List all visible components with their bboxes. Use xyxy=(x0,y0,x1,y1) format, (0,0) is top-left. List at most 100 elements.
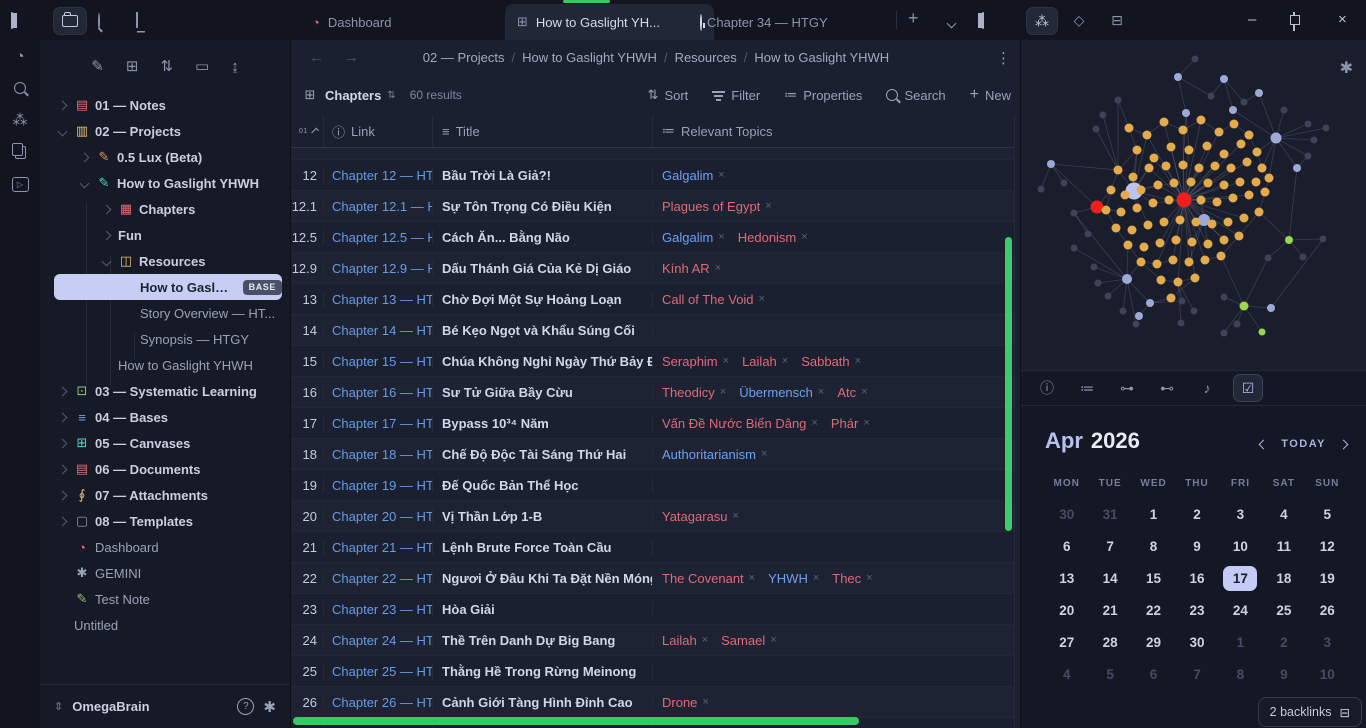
remove-tag-icon[interactable]: × xyxy=(801,231,807,243)
calendar-day[interactable]: 5 xyxy=(1306,502,1349,527)
calendar-day[interactable]: 7 xyxy=(1175,662,1218,687)
graph-node[interactable] xyxy=(1182,109,1190,117)
calendar-day[interactable]: 15 xyxy=(1132,566,1175,591)
chapter-link[interactable]: Chapter 12.5 — HTGY xyxy=(332,230,433,245)
calendar-day[interactable]: 1 xyxy=(1132,502,1175,527)
graph-node[interactable] xyxy=(1204,179,1213,188)
graph-node[interactable] xyxy=(1169,256,1178,265)
remove-tag-icon[interactable]: × xyxy=(861,386,867,398)
graph-node[interactable] xyxy=(1191,308,1198,315)
calendar-day[interactable]: 6 xyxy=(1045,534,1088,559)
graph-node[interactable] xyxy=(1153,260,1162,269)
remove-tag-icon[interactable]: × xyxy=(718,231,724,243)
calendar-day[interactable]: 4 xyxy=(1262,502,1305,527)
topic-tag[interactable]: Lailah× xyxy=(742,354,788,369)
graph-node[interactable] xyxy=(1165,196,1174,205)
graph-node[interactable] xyxy=(1236,178,1245,187)
graph-node[interactable] xyxy=(1125,124,1134,133)
panel-tab-links-incoming[interactable]: ⊶ xyxy=(1113,375,1141,401)
graph-node[interactable] xyxy=(1191,274,1200,283)
table-row[interactable]: 21Chapter 21 — HTGYLệnh Brute Force Toàn… xyxy=(291,532,1014,563)
graph-node[interactable] xyxy=(1179,126,1188,135)
file-item-how-to-gasligh-[interactable]: How to Gasligh...BASE xyxy=(54,274,282,300)
history-forward-button[interactable]: → xyxy=(344,49,359,66)
calendar-day[interactable]: 30 xyxy=(1045,502,1088,527)
calendar-today-button[interactable]: TODAY xyxy=(1281,438,1326,450)
remove-tag-icon[interactable]: × xyxy=(761,448,767,460)
remove-tag-icon[interactable]: × xyxy=(863,417,869,429)
graph-node[interactable] xyxy=(1192,218,1201,227)
chevron-right-icon[interactable] xyxy=(102,230,112,240)
graph-node[interactable] xyxy=(1227,164,1236,173)
table-row[interactable]: 17Chapter 17 — HTGYBypass 10³⁴ NămVấn Đề… xyxy=(291,408,1014,439)
calendar-day[interactable]: 9 xyxy=(1175,534,1218,559)
graph-node[interactable] xyxy=(1258,164,1267,173)
remove-tag-icon[interactable]: × xyxy=(813,572,819,584)
new-button[interactable]: +New xyxy=(970,86,1011,104)
graph-node[interactable] xyxy=(1221,330,1228,337)
remove-tag-icon[interactable]: × xyxy=(702,634,708,646)
chevron-right-icon[interactable] xyxy=(58,490,68,500)
graph-node[interactable] xyxy=(1133,146,1142,155)
breadcrumb-item[interactable]: 02 — Projects xyxy=(423,50,505,65)
graph-node[interactable] xyxy=(1192,56,1199,63)
folder-item-0-5-lux-beta-[interactable]: ✎0.5 Lux (Beta) xyxy=(54,144,282,170)
table-row[interactable]: 26Chapter 26 — HTGYCảnh Giới Tàng Hình Đ… xyxy=(291,687,1014,718)
graph-node[interactable] xyxy=(1213,198,1222,207)
right-sidebar-toggle[interactable] xyxy=(982,13,984,28)
left-sidebar-toggle[interactable] xyxy=(11,13,13,28)
graph-node[interactable] xyxy=(1146,299,1154,307)
topic-tag[interactable]: Sabbath× xyxy=(801,354,861,369)
graph-node[interactable] xyxy=(1156,239,1165,248)
bookmarks-view-button[interactable] xyxy=(136,13,138,28)
breadcrumb-item[interactable]: How to Gaslight YHWH xyxy=(754,50,889,65)
search-view-button[interactable] xyxy=(98,14,100,29)
table-row[interactable]: 22Chapter 22 — HTGYNgươi Ở Đâu Khi Ta Đặ… xyxy=(291,563,1014,594)
properties-button[interactable]: ≔Properties xyxy=(784,87,862,103)
calendar-day[interactable]: 31 xyxy=(1088,502,1131,527)
table-row[interactable]: 12Chapter 12 — HTGYBầu Trời Là Giả?!Galg… xyxy=(291,160,1014,191)
graph-node[interactable] xyxy=(1235,232,1244,241)
folder-item-fun[interactable]: Fun xyxy=(54,222,282,248)
close-button[interactable]: × xyxy=(1338,11,1347,28)
panel-tab-daily-note-calendar[interactable]: ☑ xyxy=(1233,374,1263,402)
topics-cell[interactable]: Seraphim×Lailah×Sabbath× xyxy=(653,354,1014,369)
graph-node[interactable] xyxy=(1115,97,1122,104)
topics-cell[interactable]: Authoritarianism× xyxy=(653,447,1014,462)
graph-node[interactable] xyxy=(1185,146,1194,155)
chapter-link[interactable]: Chapter 13 — HTGY xyxy=(332,292,433,307)
chevron-right-icon[interactable] xyxy=(58,516,68,526)
graph-node[interactable] xyxy=(1237,140,1246,149)
title-cell[interactable]: Hòa Giải xyxy=(433,602,653,617)
remove-tag-icon[interactable]: × xyxy=(702,696,708,708)
graph-node[interactable] xyxy=(1240,214,1249,223)
topics-cell[interactable]: Galgalim×Hedonism× xyxy=(653,230,1014,245)
history-back-button[interactable]: ← xyxy=(309,49,324,66)
chapter-link[interactable]: Chapter 14 — HTGY xyxy=(332,323,433,338)
file-item-test-note[interactable]: ✎Test Note xyxy=(54,586,282,612)
graph-node[interactable] xyxy=(1211,162,1220,171)
calendar-day[interactable]: 27 xyxy=(1045,630,1088,655)
search-ribbon-button[interactable] xyxy=(0,72,40,104)
filter-button[interactable]: Filter xyxy=(712,88,760,103)
topics-cell[interactable]: Plagues of Egypt× xyxy=(653,199,1014,214)
graph-node[interactable] xyxy=(1122,274,1132,284)
new-note-button[interactable]: ✎ xyxy=(91,57,104,75)
remove-tag-icon[interactable]: × xyxy=(818,386,824,398)
remove-tag-icon[interactable]: × xyxy=(733,510,739,522)
topics-cell[interactable]: Call of The Void× xyxy=(653,292,1014,307)
change-layout-button[interactable]: ▭ xyxy=(195,57,209,75)
title-cell[interactable]: Sự Tôn Trọng Có Điều Kiện xyxy=(433,199,653,214)
folder-item-02-projects[interactable]: ▥02 — Projects xyxy=(54,118,282,144)
graph-node[interactable] xyxy=(1195,164,1204,173)
graph-node[interactable] xyxy=(1179,298,1186,305)
file-item-untitled[interactable]: Untitled xyxy=(54,612,282,638)
graph-node[interactable] xyxy=(1320,236,1327,243)
graph-node[interactable] xyxy=(1261,188,1270,197)
graph-node[interactable] xyxy=(1112,224,1121,233)
chevron-down-icon[interactable] xyxy=(58,126,68,136)
graph-node[interactable] xyxy=(1149,199,1158,208)
calendar-day[interactable]: 10 xyxy=(1219,534,1262,559)
graph-node[interactable] xyxy=(1255,89,1263,97)
horizontal-scrollbar[interactable] xyxy=(293,717,859,725)
